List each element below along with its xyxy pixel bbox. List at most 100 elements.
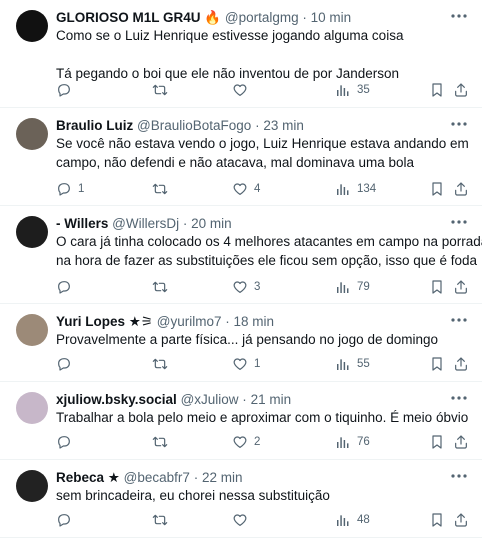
handle[interactable]: @becabfr7: [124, 470, 190, 485]
avatar[interactable]: [16, 392, 48, 424]
tweet-header: xjuliow.bsky.social @xJuliow · 21 min: [56, 391, 442, 408]
bookmark-button[interactable]: [429, 356, 445, 372]
display-name[interactable]: Rebeca: [56, 470, 104, 485]
tweet-text-line: Provavelmente a parte física... já pensa…: [56, 332, 438, 347]
analytics-icon: [335, 279, 351, 295]
views-button[interactable]: 55: [335, 356, 370, 372]
retweet-button[interactable]: [152, 512, 174, 528]
share-button[interactable]: [453, 512, 469, 528]
more-options-icon[interactable]: [450, 215, 468, 229]
bookmark-button[interactable]: [429, 434, 445, 450]
bookmark-button[interactable]: [429, 279, 445, 295]
display-name[interactable]: GLORIOSO M1L GR4U: [56, 10, 201, 25]
view-count: 79: [357, 281, 370, 293]
analytics-icon: [335, 82, 351, 98]
reply-icon: [56, 279, 72, 295]
more-options-icon[interactable]: [450, 391, 468, 405]
display-name[interactable]: Yuri Lopes: [56, 314, 125, 329]
like-count: 4: [254, 183, 261, 195]
timestamp[interactable]: 18 min: [234, 314, 275, 329]
tweet[interactable]: - Willers @WillersDj · 20 min O cara já t…: [0, 206, 482, 304]
handle[interactable]: @BraulioBotaFogo: [137, 118, 251, 133]
reply-button[interactable]: [56, 356, 78, 372]
tweet-text-line: campo, não defendi e não atacava, mal do…: [56, 155, 414, 170]
like-button[interactable]: 2: [232, 434, 260, 450]
avatar[interactable]: [16, 118, 48, 150]
tweet[interactable]: Rebeca ★ @becabfr7 · 22 min sem brincadei…: [0, 460, 482, 538]
like-button[interactable]: 4: [232, 181, 260, 197]
tweet-text-line: sem brincadeira, eu chorei nessa substit…: [56, 488, 330, 503]
name-emoji: ★⚞: [128, 314, 154, 329]
reply-button[interactable]: 1: [56, 181, 84, 197]
display-name[interactable]: xjuliow.bsky.social: [56, 392, 177, 407]
timestamp[interactable]: 22 min: [202, 470, 243, 485]
display-name[interactable]: Braulio Luiz: [56, 118, 133, 133]
handle[interactable]: @xJuliow: [181, 392, 239, 407]
timestamp[interactable]: 23 min: [263, 118, 304, 133]
reply-button[interactable]: [56, 512, 78, 528]
avatar[interactable]: [16, 314, 48, 346]
bookmark-icon: [429, 356, 445, 372]
timestamp[interactable]: 20 min: [191, 216, 232, 231]
tweet-text-line: Tá pegando o boi que ele não inventou de…: [56, 66, 400, 81]
tweet-actions: 48: [56, 512, 468, 530]
views-button[interactable]: 79: [335, 279, 370, 295]
retweet-button[interactable]: [152, 434, 174, 450]
tweet[interactable]: Braulio Luiz @BraulioBotaFogo · 23 min Se…: [0, 108, 482, 206]
name-emoji: ★: [107, 470, 120, 485]
share-button[interactable]: [453, 356, 469, 372]
separator-dot: ·: [302, 10, 307, 25]
display-name[interactable]: - Willers: [56, 216, 108, 231]
tweet[interactable]: xjuliow.bsky.social @xJuliow · 21 min Tra…: [0, 382, 482, 460]
bookmark-icon: [429, 181, 445, 197]
views-button[interactable]: 35: [335, 82, 370, 98]
tweet[interactable]: Yuri Lopes ★⚞ @yurilmo7 · 18 min Provavel…: [0, 304, 482, 382]
more-options-icon[interactable]: [450, 469, 468, 483]
tweet[interactable]: GLORIOSO M1L GR4U 🔥 @portalgmg · 10 min C…: [0, 0, 482, 108]
retweet-button[interactable]: [152, 279, 174, 295]
share-button[interactable]: [453, 279, 469, 295]
tweet-text-line: Se você não estava vendo o jogo, Luiz He…: [56, 136, 469, 151]
views-button[interactable]: 48: [335, 512, 370, 528]
tweet-header: - Willers @WillersDj · 20 min: [56, 215, 442, 232]
share-button[interactable]: [453, 181, 469, 197]
more-options-icon[interactable]: [450, 313, 468, 327]
timestamp[interactable]: 21 min: [251, 392, 292, 407]
like-button[interactable]: [232, 512, 254, 528]
separator-dot: ·: [255, 118, 260, 133]
reply-button[interactable]: [56, 434, 78, 450]
share-button[interactable]: [453, 434, 469, 450]
like-button[interactable]: 3: [232, 279, 260, 295]
bookmark-button[interactable]: [429, 512, 445, 528]
tweet-actions: 1 55: [56, 356, 468, 374]
retweet-icon: [152, 434, 168, 450]
bookmark-button[interactable]: [429, 181, 445, 197]
reply-button[interactable]: [56, 279, 78, 295]
tweet-text: Provavelmente a parte física... já pensa…: [56, 330, 468, 349]
retweet-button[interactable]: [152, 82, 174, 98]
line-break: [56, 45, 468, 64]
retweet-button[interactable]: [152, 181, 174, 197]
separator-dot: ·: [193, 470, 199, 485]
like-button[interactable]: 1: [232, 356, 260, 372]
bookmark-button[interactable]: [429, 82, 445, 98]
views-button[interactable]: 76: [335, 434, 370, 450]
avatar[interactable]: [16, 10, 48, 42]
reply-button[interactable]: [56, 82, 78, 98]
reply-icon: [56, 356, 72, 372]
avatar[interactable]: [16, 216, 48, 248]
share-button[interactable]: [453, 82, 469, 98]
handle[interactable]: @yurilmo7: [157, 314, 222, 329]
like-button[interactable]: [232, 82, 254, 98]
handle[interactable]: @portalgmg: [225, 10, 299, 25]
handle[interactable]: @WillersDj: [112, 216, 179, 231]
views-button[interactable]: 134: [335, 181, 376, 197]
analytics-icon: [335, 356, 351, 372]
more-options-icon[interactable]: [450, 9, 468, 23]
tweet-text: Trabalhar a bola pelo meio e aproximar c…: [56, 408, 468, 427]
timestamp[interactable]: 10 min: [311, 10, 352, 25]
retweet-button[interactable]: [152, 356, 174, 372]
bookmark-icon: [429, 512, 445, 528]
more-options-icon[interactable]: [450, 117, 468, 131]
avatar[interactable]: [16, 470, 48, 502]
